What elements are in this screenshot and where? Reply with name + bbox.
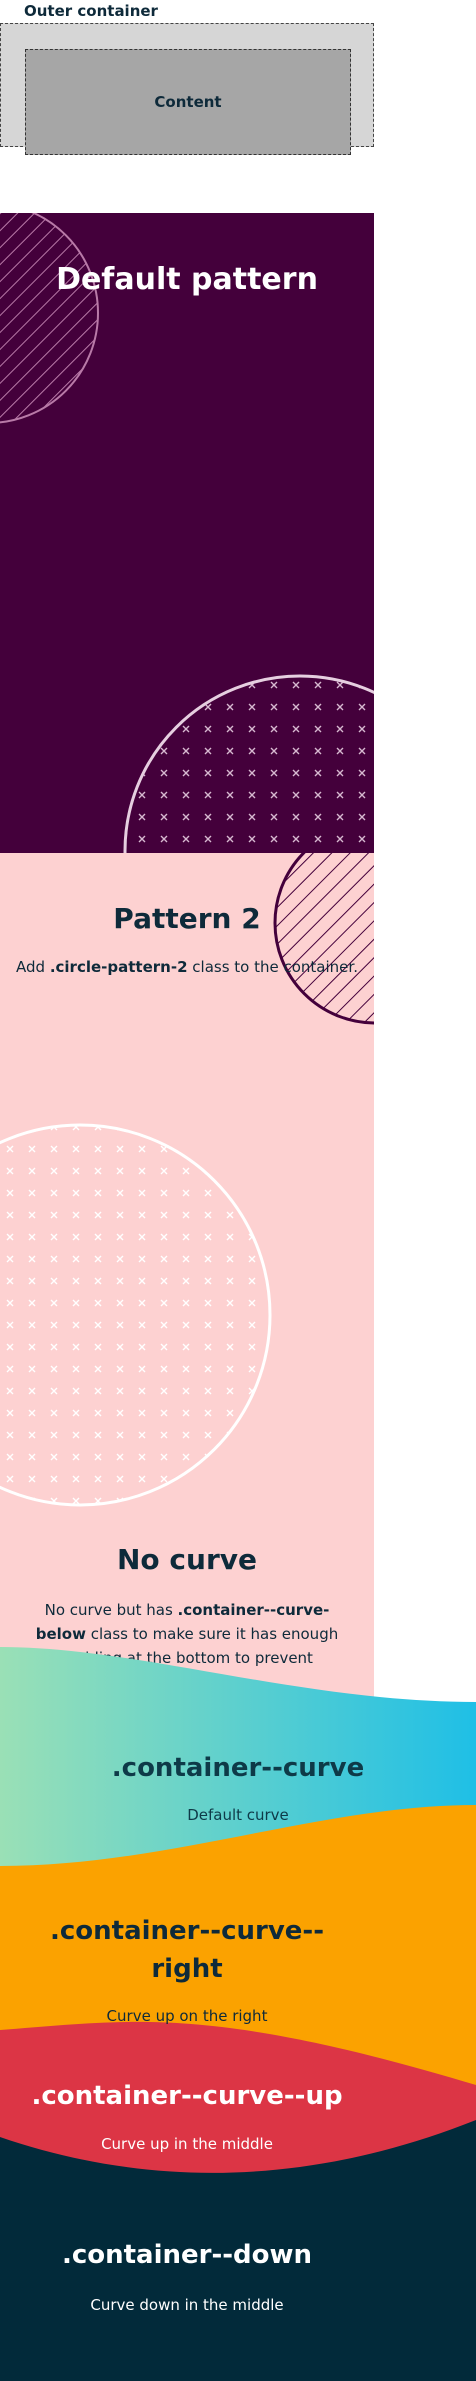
content-box: Content <box>25 49 351 155</box>
no-curve-text-before: No curve but has <box>44 1601 178 1619</box>
curve-up-subtitle: Curve up in the middle <box>101 2135 273 2153</box>
default-pattern-decoration <box>0 213 374 853</box>
curve-down-subtitle: Curve down in the middle <box>90 2296 284 2314</box>
curve-right-subtitle: Curve up on the right <box>106 2007 268 2025</box>
no-curve-title: No curve <box>117 1543 257 1576</box>
default-pattern-title: Default pattern <box>56 262 318 297</box>
outer-container-label: Outer container <box>24 2 158 20</box>
content-label: Content <box>154 93 222 111</box>
pattern-2-class-name: .circle-pattern-2 <box>49 958 188 976</box>
pattern-2-text-before: Add <box>16 958 50 976</box>
pattern-2-description: Add .circle-pattern-2 class to the conta… <box>0 958 374 976</box>
curve-right-title: .container--curve--right <box>49 1916 324 1984</box>
curve-subtitle: Default curve <box>187 1806 289 1824</box>
curve-down-title: .container--down <box>61 2240 313 2270</box>
curve-up-title: .container--curve--up <box>31 2081 343 2111</box>
default-pattern-section <box>0 213 374 853</box>
pattern-2-text-after: class to the container. <box>187 958 358 976</box>
pattern-2-title: Pattern 2 <box>113 902 261 935</box>
curve-title: .container--curve <box>111 1753 365 1783</box>
outer-container: Content <box>0 23 374 155</box>
